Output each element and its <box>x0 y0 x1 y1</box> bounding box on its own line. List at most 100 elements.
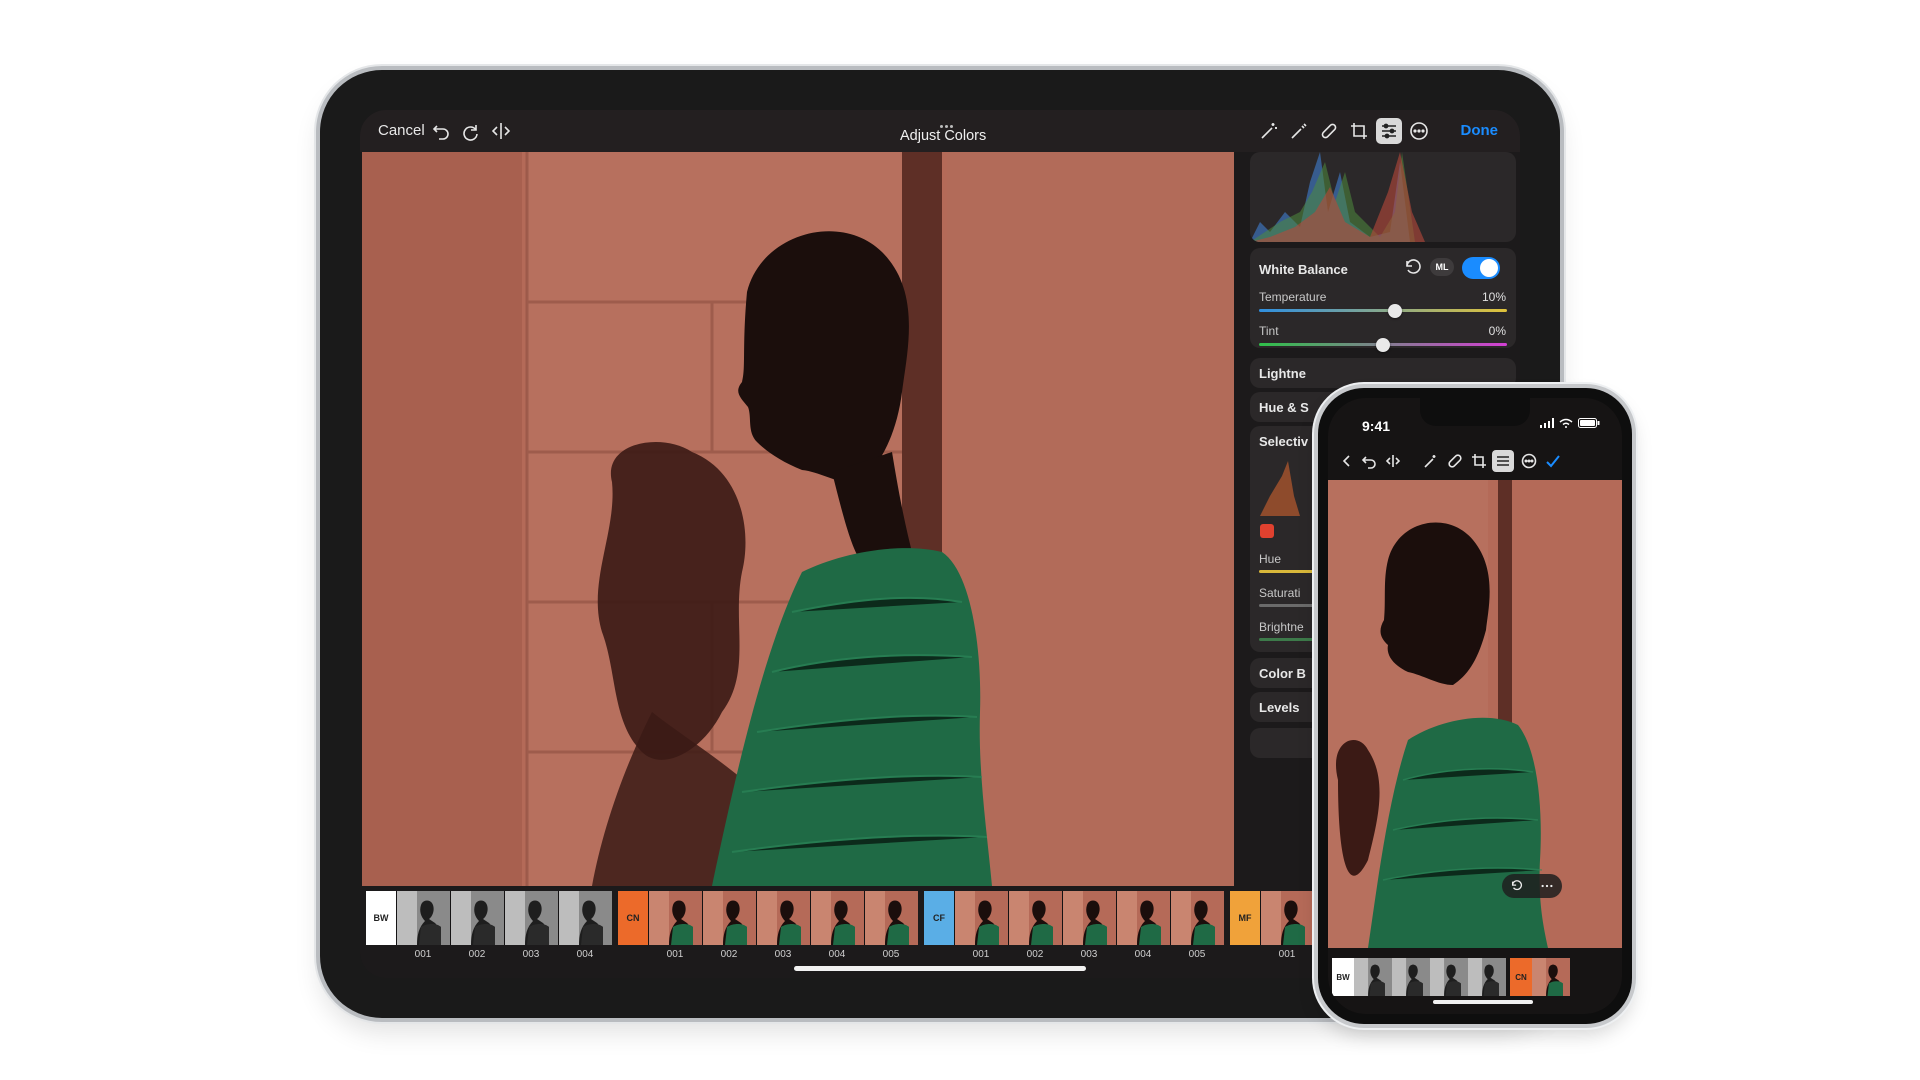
edited-photo[interactable] <box>362 152 1234 886</box>
preset-label: 005 <box>882 949 900 960</box>
wifi-icon <box>1559 418 1573 428</box>
adjust-sliders-icon[interactable] <box>1492 450 1514 472</box>
preset-thumbnail[interactable] <box>1532 958 1570 996</box>
ml-badge[interactable]: ML <box>1430 258 1454 276</box>
selective-histogram <box>1260 461 1300 516</box>
preset-label: 002 <box>1026 949 1044 960</box>
hue-track[interactable] <box>1259 570 1319 573</box>
iphone-portrait-photo <box>1328 480 1622 948</box>
preset-thumbnail[interactable] <box>1260 891 1314 945</box>
compare-icon[interactable] <box>488 118 514 144</box>
histogram <box>1250 152 1516 242</box>
saturation-track[interactable] <box>1259 604 1319 607</box>
preset-thumbnail[interactable] <box>1392 958 1430 996</box>
preset-group: BW <box>366 891 612 945</box>
preset-thumbnail[interactable] <box>756 891 810 945</box>
preset-label: 001 <box>972 949 990 960</box>
cancel-button[interactable]: Cancel <box>378 122 425 139</box>
preset-group: CN <box>618 891 918 945</box>
notch <box>1420 398 1530 426</box>
more-icon[interactable] <box>1518 450 1540 472</box>
more-icon[interactable] <box>1406 118 1432 144</box>
battery-icon <box>1578 418 1600 428</box>
preset-thumbnail[interactable] <box>1008 891 1062 945</box>
crop-icon[interactable] <box>1468 450 1490 472</box>
preset-label: 002 <box>468 949 486 960</box>
section-label: Color B <box>1259 666 1306 681</box>
bandage-icon[interactable] <box>1444 450 1466 472</box>
preset-thumbnail[interactable] <box>504 891 558 945</box>
preset-group-tag[interactable]: MF <box>1230 891 1260 945</box>
undo-icon[interactable] <box>1358 450 1380 472</box>
section-label: Levels <box>1259 700 1300 715</box>
undo-icon[interactable] <box>428 118 454 144</box>
preset-thumbnail[interactable] <box>1354 958 1392 996</box>
white-balance-toggle[interactable] <box>1462 257 1500 279</box>
done-button[interactable]: Done <box>1461 122 1499 139</box>
red-swatch[interactable] <box>1260 524 1274 538</box>
preset-thumbnail[interactable] <box>954 891 1008 945</box>
reset-icon[interactable] <box>1510 879 1524 893</box>
iphone-edited-photo[interactable] <box>1328 480 1622 948</box>
preset-group-tag[interactable]: BW <box>366 891 396 945</box>
section-label: Hue & S <box>1259 400 1309 415</box>
hue-label: Hue <box>1259 552 1282 566</box>
crop-icon[interactable] <box>1346 118 1372 144</box>
preset-thumbnail[interactable] <box>1430 958 1468 996</box>
preset-label: 004 <box>828 949 846 960</box>
back-icon[interactable] <box>1336 450 1358 472</box>
bandage-icon[interactable] <box>1316 118 1342 144</box>
tint-value: 0% <box>1488 324 1506 338</box>
photo-overlay-controls <box>1502 874 1562 898</box>
redo-icon[interactable] <box>458 118 484 144</box>
compare-icon[interactable] <box>1382 450 1404 472</box>
more-icon[interactable] <box>1540 879 1554 893</box>
preset-group-tag[interactable]: CN <box>1510 958 1532 996</box>
white-balance-title: White Balance <box>1259 262 1348 277</box>
preset-thumbnail[interactable] <box>648 891 702 945</box>
tint-label: Tint <box>1259 324 1279 338</box>
preset-group: MF <box>1230 891 1314 945</box>
preset-thumbnail[interactable] <box>1062 891 1116 945</box>
brightness-label: Brightne <box>1259 620 1304 634</box>
home-indicator <box>1433 1000 1533 1004</box>
preset-thumbnail[interactable] <box>396 891 450 945</box>
preset-thumbnail[interactable] <box>558 891 612 945</box>
preset-label: 004 <box>576 949 594 960</box>
white-balance-card: White Balance ML Temperature 10% Tint 0% <box>1250 248 1516 352</box>
preset-label: 003 <box>774 949 792 960</box>
preset-thumbnail[interactable] <box>702 891 756 945</box>
preset-group-tag[interactable]: CN <box>618 891 648 945</box>
adjust-sliders-icon[interactable] <box>1376 118 1402 144</box>
tint-knob[interactable] <box>1376 338 1390 352</box>
home-indicator <box>794 966 1086 971</box>
preset-thumbnail[interactable] <box>1468 958 1506 996</box>
preset-group: CF <box>924 891 1224 945</box>
section-lightness[interactable]: Lightne <box>1250 358 1516 388</box>
preset-group-tag[interactable]: BW <box>1332 958 1354 996</box>
temperature-knob[interactable] <box>1388 304 1403 318</box>
magic-wand-ml-icon[interactable] <box>1256 118 1282 144</box>
saturation-label: Saturati <box>1259 586 1301 600</box>
section-label: Lightne <box>1259 366 1306 381</box>
magic-wand-ml-icon[interactable] <box>1420 450 1442 472</box>
reset-icon[interactable] <box>1400 254 1426 280</box>
preset-thumbnail[interactable] <box>810 891 864 945</box>
preset-label: 003 <box>1080 949 1098 960</box>
preset-label: 001 <box>666 949 684 960</box>
portrait-photo <box>362 152 1234 886</box>
preset-thumbnail[interactable] <box>1170 891 1224 945</box>
checkmark-icon[interactable] <box>1542 450 1564 472</box>
more-grabber-icon[interactable] <box>940 115 958 128</box>
retouch-ml-icon[interactable] <box>1286 118 1312 144</box>
preset-thumbnail[interactable] <box>450 891 504 945</box>
temperature-value: 10% <box>1481 290 1506 304</box>
section-label: Selectiv <box>1259 434 1309 449</box>
preset-thumbnail[interactable] <box>864 891 918 945</box>
preset-label: 002 <box>720 949 738 960</box>
temperature-label: Temperature <box>1259 290 1327 304</box>
preset-group-tag[interactable]: CF <box>924 891 954 945</box>
temperature-track[interactable] <box>1259 309 1507 312</box>
preset-thumbnail[interactable] <box>1116 891 1170 945</box>
brightness-track[interactable] <box>1259 638 1319 641</box>
